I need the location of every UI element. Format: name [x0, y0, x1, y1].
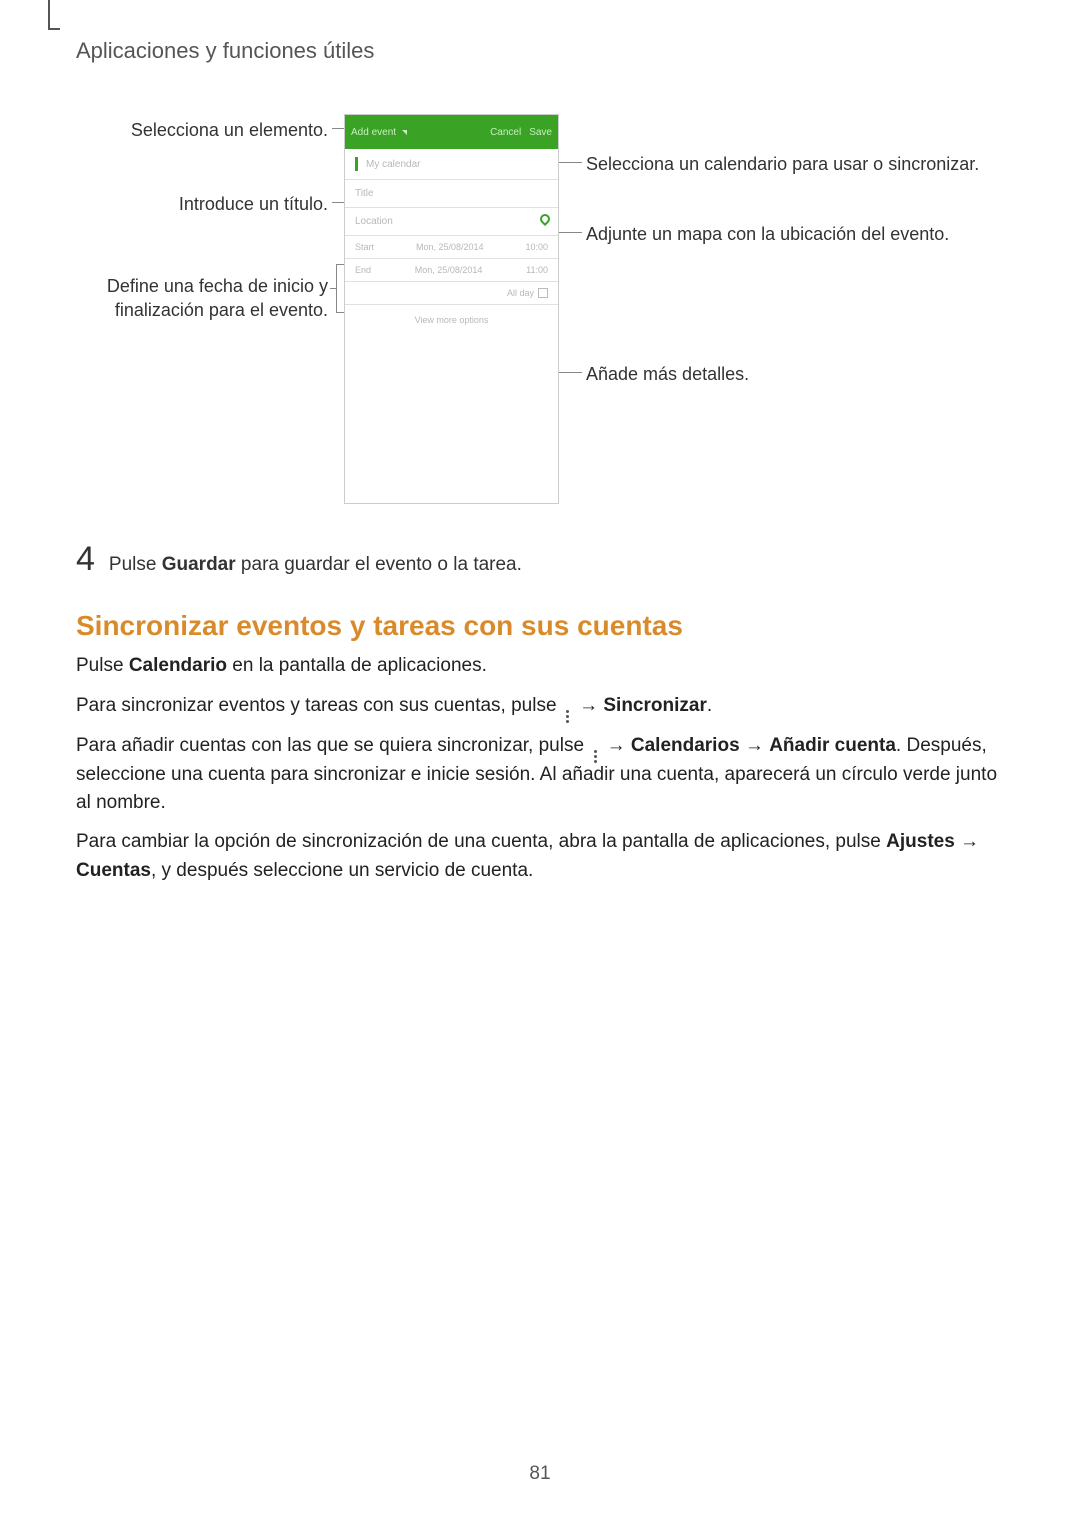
text: . — [707, 695, 712, 716]
callout-select-item: Selecciona un elemento. — [76, 118, 328, 142]
start-date-row[interactable]: Start Mon, 25/08/2014 10:00 — [345, 236, 558, 259]
more-options-icon — [589, 750, 601, 753]
paragraph-4: Para cambiar la opción de sincronización… — [76, 828, 1004, 885]
text-bold: Calendarios — [631, 735, 740, 756]
text-bold: Guardar — [162, 554, 236, 575]
callout-add-details: Añade más detalles. — [586, 362, 986, 386]
end-date-row[interactable]: End Mon, 25/08/2014 11:00 — [345, 259, 558, 282]
text: en la pantalla de aplicaciones. — [227, 655, 487, 676]
section-heading-sync: Sincronizar eventos y tareas con sus cue… — [76, 610, 683, 642]
end-date: Mon, 25/08/2014 — [415, 265, 483, 275]
add-event-label: Add event — [351, 127, 396, 138]
callout-line — [336, 264, 337, 312]
text: Para añadir cuentas con las que se quier… — [76, 735, 589, 756]
end-label: End — [355, 265, 371, 275]
callout-line — [330, 288, 336, 289]
more-options-icon — [562, 710, 574, 713]
phone-topbar: Add event Cancel Save — [345, 115, 558, 149]
callout-define-dates: Define una fecha de inicio y finalizació… — [76, 274, 328, 323]
text: Pulse — [109, 554, 162, 575]
text: para guardar el evento o la tarea. — [236, 554, 522, 575]
text-bold: Calendario — [129, 655, 227, 676]
location-placeholder: Location — [355, 216, 393, 227]
step-number: 4 — [76, 540, 95, 579]
text-bold: Cuentas — [76, 860, 151, 881]
callout-select-calendar: Selecciona un calendario para usar o sin… — [586, 152, 986, 176]
text: Para sincronizar eventos y tareas con su… — [76, 695, 562, 716]
callout-line — [558, 162, 582, 163]
annotated-screenshot-diagram: Selecciona un elemento. Introduce un tít… — [76, 114, 1004, 514]
dropdown-triangle-icon — [402, 130, 407, 135]
page-number: 81 — [0, 1463, 1080, 1485]
paragraph-3: Para añadir cuentas con las que se quier… — [76, 732, 1004, 818]
all-day-checkbox[interactable] — [538, 288, 548, 298]
cancel-button[interactable]: Cancel — [490, 127, 521, 138]
phone-screenshot: Add event Cancel Save My calendar Title … — [344, 114, 559, 504]
callout-attach-map: Adjunte un mapa con la ubicación del eve… — [586, 222, 986, 246]
end-time: 11:00 — [526, 265, 548, 275]
text-bold: Sincronizar — [603, 695, 706, 716]
title-placeholder: Title — [355, 188, 374, 199]
calendar-color-bar — [355, 157, 358, 171]
view-more-options[interactable]: View more options — [345, 305, 558, 335]
text-bold: Ajustes — [886, 831, 955, 852]
start-date: Mon, 25/08/2014 — [416, 242, 484, 252]
location-field[interactable]: Location — [345, 208, 558, 236]
save-button[interactable]: Save — [529, 127, 552, 138]
arrow: → — [740, 735, 770, 756]
text: . — [896, 735, 907, 756]
all-day-label: All day — [507, 288, 534, 298]
start-label: Start — [355, 242, 374, 252]
paragraph-1: Pulse Calendario en la pantalla de aplic… — [76, 652, 1004, 681]
start-time: 10:00 — [525, 242, 548, 252]
callout-enter-title: Introduce un título. — [76, 192, 328, 216]
page-corner-mark — [48, 0, 60, 30]
title-field[interactable]: Title — [345, 180, 558, 208]
step-text: Pulse Guardar para guardar el evento o l… — [109, 554, 522, 576]
arrow: → — [574, 695, 604, 716]
paragraph-2: Para sincronizar eventos y tareas con su… — [76, 692, 1004, 721]
my-calendar-label: My calendar — [366, 159, 420, 170]
my-calendar-row[interactable]: My calendar — [345, 149, 558, 180]
arrow: → — [601, 735, 631, 756]
all-day-row[interactable]: All day — [345, 282, 558, 305]
step-4: 4 Pulse Guardar para guardar el evento o… — [76, 540, 522, 579]
text: Pulse — [76, 655, 129, 676]
location-pin-icon[interactable] — [538, 212, 552, 226]
text: , y después seleccione un servicio de cu… — [151, 860, 533, 881]
text: Para cambiar la opción de sincronización… — [76, 831, 886, 852]
arrow: → — [955, 831, 979, 852]
text-bold: Añadir cuenta — [769, 735, 896, 756]
chapter-title: Aplicaciones y funciones útiles — [76, 38, 374, 64]
